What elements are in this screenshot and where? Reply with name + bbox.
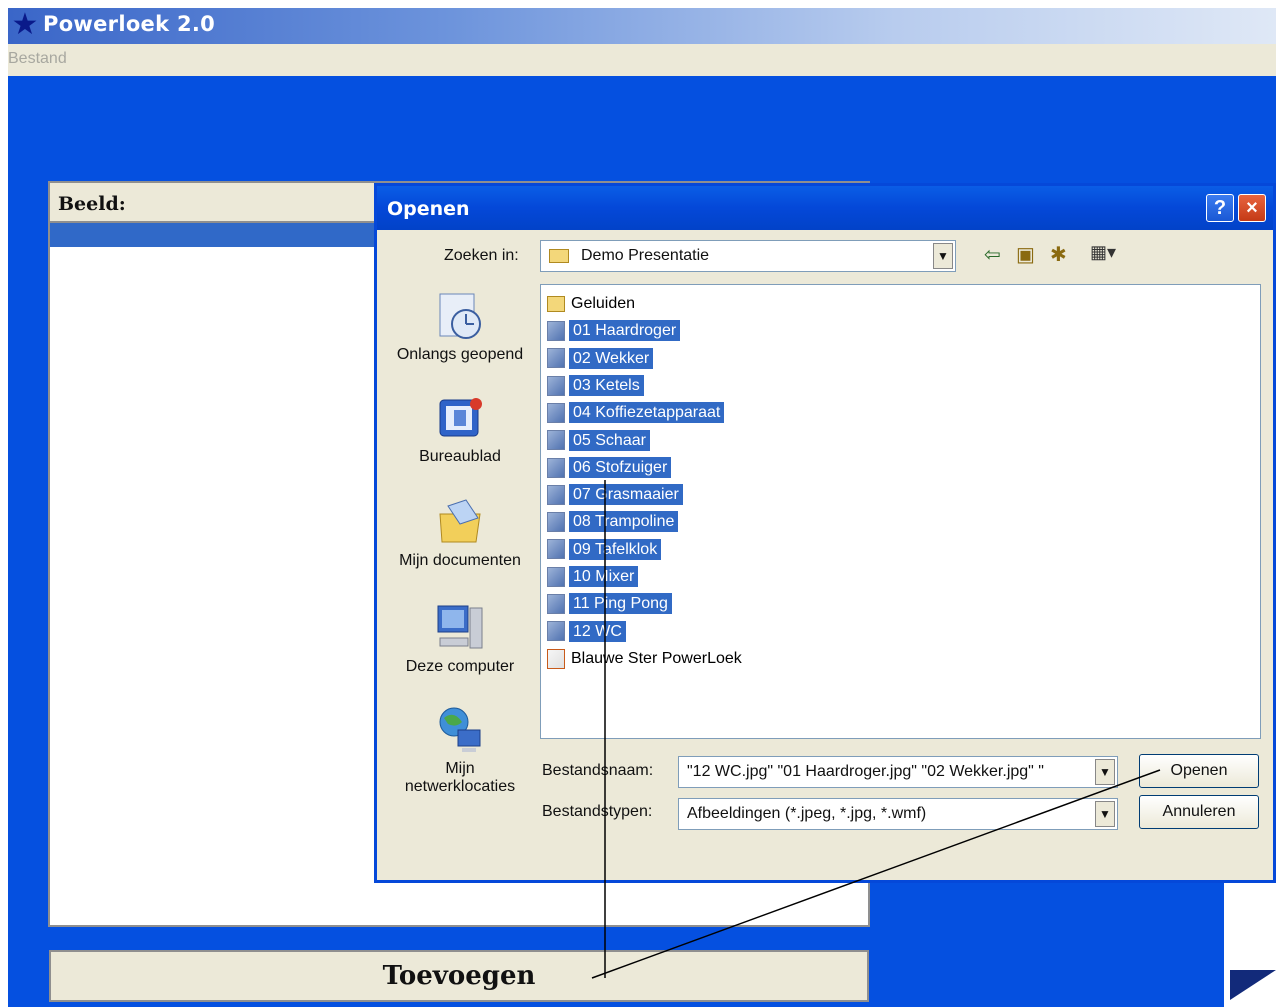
toevoegen-button[interactable]: Toevoegen (49, 950, 869, 1002)
file-name: Geluiden (571, 295, 636, 312)
filename-input[interactable]: "12 WC.jpg" "01 Haardroger.jpg" "02 Wekk… (678, 756, 1118, 788)
network-icon (439, 707, 481, 752)
recent-icon (439, 293, 481, 339)
up-folder-icon[interactable]: ▣ (1016, 242, 1035, 267)
filename-value: "12 WC.jpg" "01 Haardroger.jpg" "02 Wekk… (687, 763, 1044, 780)
file-name: 06 Stofzuiger (569, 456, 672, 478)
filetype-value: Afbeeldingen (*.jpeg, *.jpg, *.wmf) (687, 805, 927, 822)
cancel-button[interactable]: Annuleren (1139, 795, 1259, 829)
file-list[interactable]: Geluiden 01 Haardroger 02 Wekker 03 Ketels 0… (540, 284, 1261, 739)
place-recent[interactable]: Onlangs geopend (390, 290, 530, 364)
chevron-down-icon[interactable]: ▼ (933, 243, 953, 269)
folder-icon (547, 295, 565, 312)
file-name: 07 Grasmaaier (569, 484, 683, 506)
app-title: Powerloek 2.0 (43, 12, 216, 36)
view-menu-icon[interactable]: ▦▾ (1090, 242, 1116, 263)
place-documents-label: Mijn documenten (399, 552, 521, 569)
file-name: Blauwe Ster PowerLoek (571, 649, 742, 667)
image-file-icon (547, 348, 565, 369)
file-name: 12 WC (569, 620, 626, 642)
filetype-label: Bestandstypen: (542, 803, 653, 820)
file-item[interactable]: 11 Ping Pong (547, 591, 672, 617)
corner-arrow-icon[interactable] (1230, 970, 1276, 1000)
folder-icon (549, 249, 569, 263)
file-name: 09 Tafelklok (569, 538, 662, 560)
file-name: 10 Mixer (569, 566, 639, 587)
file-item[interactable]: Blauwe Ster PowerLoek (547, 646, 744, 672)
dialog-titlebar: Openen ? × (377, 186, 1273, 230)
file-item[interactable]: 10 Mixer (547, 564, 639, 590)
folder-item[interactable]: Geluiden (547, 291, 637, 317)
documents-icon (439, 499, 481, 543)
file-item[interactable]: 07 Grasmaaier (547, 482, 683, 508)
star-icon: ★ (11, 8, 39, 41)
file-item[interactable]: 03 Ketels (547, 373, 644, 399)
look-in-combo[interactable]: Demo Presentatie ▼ (540, 240, 956, 272)
image-file-icon (547, 402, 565, 423)
chevron-down-icon[interactable]: ▼ (1095, 801, 1115, 827)
desktop-icon (439, 398, 482, 437)
menu-bar: Bestand (8, 44, 1276, 76)
dialog-title: Openen (387, 198, 470, 220)
file-item[interactable]: 08 Trampoline (547, 509, 679, 535)
place-network[interactable]: Mijn netwerklocaties (390, 704, 530, 796)
file-item[interactable]: 01 Haardroger (547, 318, 681, 344)
file-name: 01 Haardroger (569, 320, 681, 342)
image-file-icon (547, 484, 565, 505)
filename-label: Bestandsnaam: (542, 762, 654, 779)
file-name: 03 Ketels (569, 374, 644, 396)
filetype-select[interactable]: Afbeeldingen (*.jpeg, *.jpg, *.wmf) ▼ (678, 798, 1118, 830)
file-item[interactable]: 12 WC (547, 619, 626, 645)
file-item[interactable]: 04 Koffiezetapparaat (547, 400, 725, 426)
image-file-icon (547, 375, 565, 396)
back-icon[interactable]: ⇦ (984, 242, 1001, 267)
image-file-icon (547, 539, 565, 560)
look-in-value: Demo Presentatie (581, 247, 710, 264)
place-computer-label: Deze computer (405, 658, 515, 675)
place-recent-label: Onlangs geopend (396, 346, 524, 363)
image-file-icon (547, 566, 565, 587)
file-item[interactable]: 05 Schaar (547, 428, 650, 454)
image-file-icon (547, 621, 565, 642)
menu-bestand[interactable]: Bestand (8, 50, 67, 68)
file-item[interactable]: 09 Tafelklok (547, 537, 662, 563)
new-folder-icon[interactable]: ✱ (1050, 242, 1067, 267)
app-file-icon (547, 648, 565, 669)
place-network-label: Mijn netwerklocaties (404, 760, 516, 795)
file-item[interactable]: 06 Stofzuiger (547, 455, 672, 481)
place-computer[interactable]: Deze computer (390, 602, 530, 676)
file-name: 02 Wekker (569, 347, 654, 369)
file-name: 11 Ping Pong (569, 593, 672, 615)
look-in-label: Zoeken in: (444, 247, 519, 264)
beeld-label: Beeld: (58, 193, 126, 215)
file-name: 08 Trampoline (569, 511, 679, 533)
image-file-icon (547, 321, 565, 342)
chevron-down-icon[interactable]: ▼ (1095, 759, 1115, 785)
file-name: 04 Koffiezetapparaat (569, 402, 725, 424)
place-desktop[interactable]: Bureaublad (390, 396, 530, 466)
place-documents[interactable]: Mijn documenten (390, 496, 530, 570)
image-file-icon (547, 594, 565, 615)
image-file-icon (547, 512, 565, 533)
file-item[interactable]: 02 Wekker (547, 346, 654, 372)
place-desktop-label: Bureaublad (419, 448, 501, 465)
help-button[interactable]: ? (1206, 194, 1234, 222)
app-titlebar: ★ Powerloek 2.0 (0, 0, 1276, 44)
open-button[interactable]: Openen (1139, 754, 1259, 788)
image-file-icon (547, 457, 565, 478)
file-name: 05 Schaar (569, 429, 650, 451)
computer-icon (437, 605, 483, 649)
image-file-icon (547, 430, 565, 451)
close-button[interactable]: × (1238, 194, 1266, 222)
